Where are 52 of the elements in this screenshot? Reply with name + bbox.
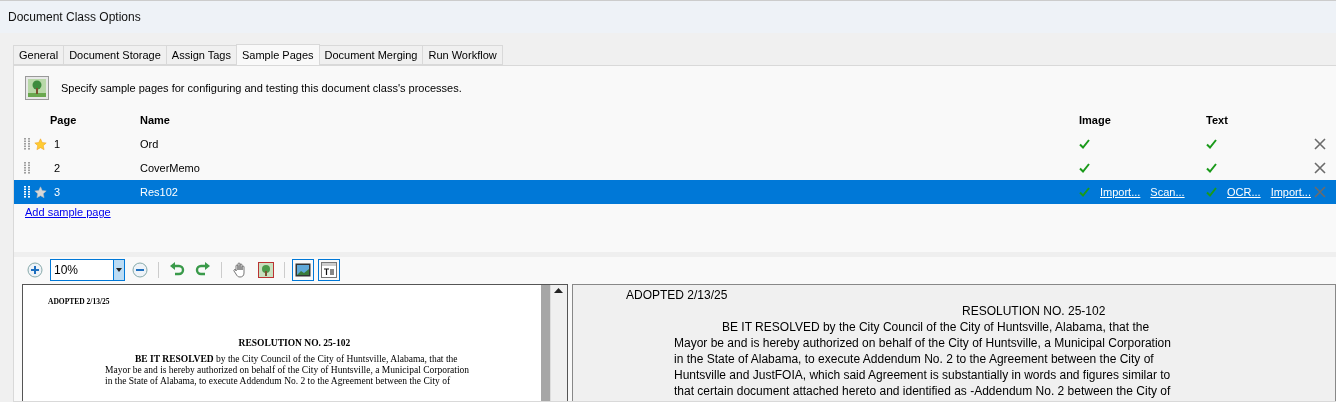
picture-icon [25,76,49,100]
tab[interactable]: Run Workflow [422,45,503,65]
tab[interactable]: Document Storage [63,45,167,65]
ocr-text: Mayor be and is hereby authorized on behalf of the City of Huntsville, a Municipal Corporation [674,335,1171,351]
link[interactable]: Import... [1270,186,1311,198]
column-header: Page [50,114,78,126]
page-name: Ord [140,138,160,150]
column-header: Text [1206,114,1229,126]
document-text: Mayor be and is hereby authorized on behalf of the City of Huntsville, a Municipal Corporation [105,365,470,376]
ocr-text: BE IT RESOLVED by the City Council of the City of Huntsville, Alabama, that the [722,319,1150,335]
zoom-combobox[interactable]: 10% [50,259,125,281]
text-view-button[interactable] [318,259,340,281]
link[interactable]: Scan... [1150,186,1185,198]
tab[interactable]: Assign Tags [165,45,237,65]
page-name: CoverMemo [140,162,201,174]
table-row[interactable]: 2 CoverMemo [14,156,1336,180]
ocr-text: Huntsville and JustFOIA, which said Agreement is substantially in words and figures similar to [674,367,1171,383]
ocr-text: in the State of Alabama, to execute Addendum No. 2 to the Agreement between the City of [674,351,1154,367]
document-heading: RESOLUTION NO. 25-102 [238,338,351,348]
page-number: 1 [53,138,62,150]
star-icon[interactable] [34,137,47,151]
document-text: BE IT RESOLVED by the City Council of the City of Huntsville, Alabama, that the [135,354,458,365]
drag-handle-icon[interactable] [24,186,30,198]
page-number: 3 [53,186,62,198]
document-text: in the State of Alabama, to execute Addendum No. 2 to the Agreement between the City of [105,376,451,387]
fit-page-button[interactable] [255,259,277,281]
dropdown-caret-icon[interactable] [116,268,122,272]
tab[interactable]: General [13,45,65,65]
zoom-out-button[interactable] [129,259,151,281]
column-header: Image [1079,114,1112,126]
delete-icon[interactable] [1314,162,1326,174]
column-header: Name [140,114,171,126]
table-row[interactable]: 1 Ord [14,132,1336,156]
page-number: 2 [53,162,62,174]
table-row[interactable]: 3 Res102 Import... Scan... OCR... Import... [14,180,1336,204]
delete-icon[interactable] [1314,138,1326,150]
link[interactable]: Import... [1100,186,1141,198]
window-title: Document Class Options [8,10,141,24]
ocr-text: that certain document attached hereto and identified as -Addendum No. 2 between the City of [674,383,1171,399]
image-view-button[interactable] [292,259,314,281]
ocr-text: ADOPTED 2/13/25 [626,287,729,303]
link[interactable]: OCR... [1227,186,1261,198]
add-sample-page-link[interactable]: Add sample page [25,206,111,218]
tab[interactable]: Sample Pages [235,44,320,65]
star-icon[interactable] [34,185,47,199]
drag-handle-icon[interactable] [24,162,30,174]
zoom-in-button[interactable] [24,259,46,281]
ocr-text: RESOLUTION NO. 25-102 [962,303,1107,319]
tab[interactable]: Document Merging [318,45,424,65]
page-name: Res102 [140,186,179,198]
drag-handle-icon[interactable] [24,138,30,150]
description-text: Specify sample pages for configuring and testing this document class's processes. [61,82,462,94]
